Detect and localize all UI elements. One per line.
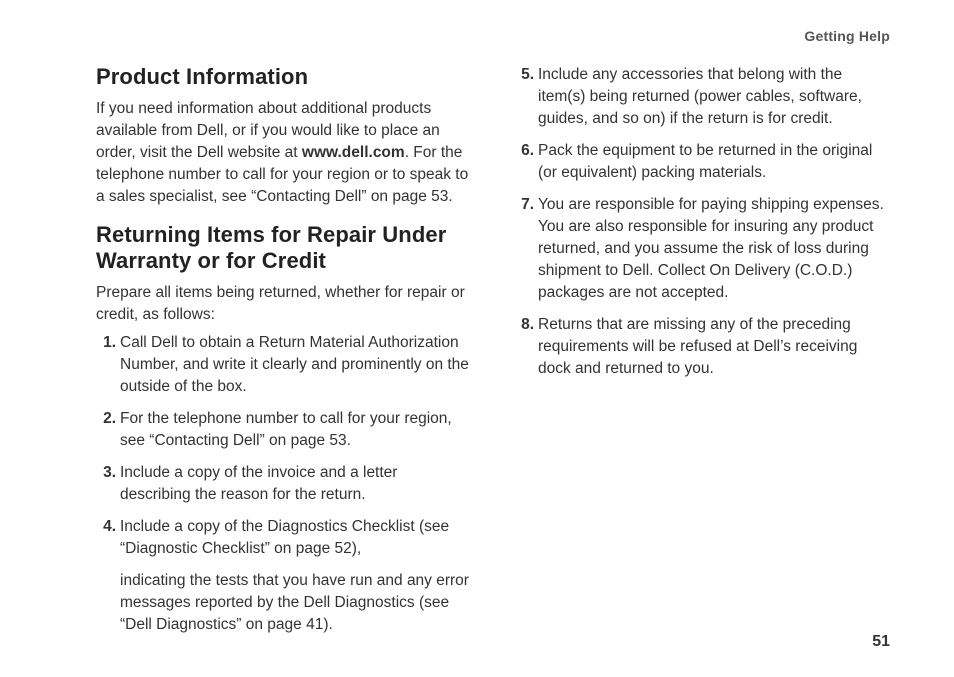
list-item: Include a copy of the Diagnostics Checkl…	[96, 516, 472, 560]
list-item: Include any accessories that belong with…	[514, 64, 890, 130]
heading-returning-items: Returning Items for Repair Under Warrant…	[96, 222, 472, 274]
list-item: You are responsible for paying shipping …	[514, 194, 890, 304]
document-page: Getting Help Product Information If you …	[0, 0, 954, 677]
list-item: For the telephone number to call for you…	[96, 408, 472, 452]
page-number: 51	[872, 633, 890, 651]
product-info-paragraph: If you need information about additional…	[96, 98, 472, 208]
list-item: Call Dell to obtain a Return Material Au…	[96, 332, 472, 398]
returning-intro: Prepare all items being returned, whethe…	[96, 282, 472, 326]
list-item: Returns that are missing any of the prec…	[514, 314, 890, 380]
list-item: Pack the equipment to be returned in the…	[514, 140, 890, 184]
running-header: Getting Help	[804, 28, 890, 44]
list-item: Include a copy of the invoice and a lett…	[96, 462, 472, 506]
step4-continuation: indicating the tests that you have run a…	[96, 570, 472, 636]
dell-url: www.dell.com	[302, 144, 405, 161]
steps-list-part2: Include any accessories that belong with…	[514, 64, 890, 380]
steps-list-part1: Call Dell to obtain a Return Material Au…	[96, 332, 472, 560]
text-columns: Product Information If you need informat…	[96, 64, 890, 639]
heading-product-information: Product Information	[96, 64, 472, 90]
